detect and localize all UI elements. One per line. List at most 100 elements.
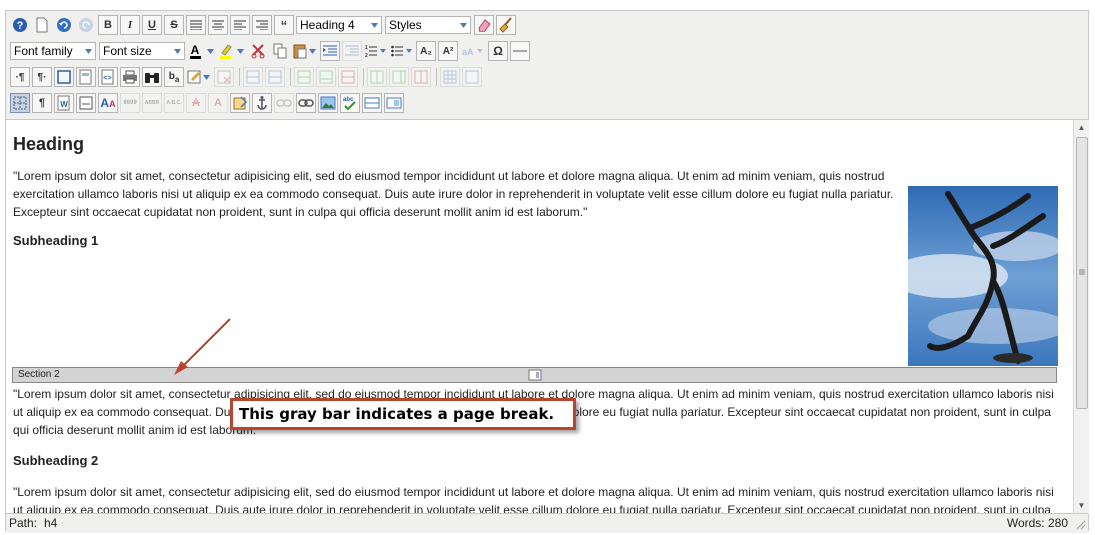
template-icon: [79, 69, 92, 85]
insert-text-button[interactable]: A: [208, 93, 228, 113]
editor-content-area[interactable]: Heading "Lorem ipsum dolor sit amet, con…: [6, 119, 1073, 514]
numbered-list-button[interactable]: 12: [364, 41, 388, 61]
bullet-list-button[interactable]: [390, 41, 414, 61]
delete-column-button[interactable]: [411, 67, 431, 87]
path-element-link[interactable]: h4: [44, 516, 57, 530]
source-code-button[interactable]: <>: [98, 67, 118, 87]
eraser-button[interactable]: [474, 15, 494, 35]
printer-icon: [123, 70, 137, 84]
cleanup-button[interactable]: [496, 15, 516, 35]
page-break-label: Section 2: [18, 369, 60, 380]
align-left-button[interactable]: [230, 15, 250, 35]
insert-row-template-button[interactable]: [362, 93, 382, 113]
link-button[interactable]: [296, 93, 316, 113]
styles-button[interactable]: AA: [98, 93, 118, 113]
delete-icon: [217, 70, 231, 84]
delete-text-button[interactable]: A: [186, 93, 206, 113]
special-character-button[interactable]: Ω: [488, 41, 508, 61]
replace-icon: ba: [168, 70, 180, 84]
cut-button[interactable]: [248, 41, 268, 61]
rtl-button[interactable]: ¶·: [32, 67, 52, 87]
show-blocks-button[interactable]: ¶: [32, 93, 52, 113]
delete-row-button[interactable]: [338, 67, 358, 87]
font-family-select[interactable]: Font family: [10, 42, 96, 60]
font-size-select[interactable]: Font size: [99, 42, 185, 60]
underline-icon: U: [148, 19, 156, 31]
scroll-down-button[interactable]: ▼: [1074, 498, 1089, 513]
styles-select[interactable]: Styles: [385, 16, 471, 34]
paste-button[interactable]: [292, 41, 318, 61]
merge-cells-button[interactable]: [462, 67, 482, 87]
ltr-button[interactable]: ·¶: [10, 67, 30, 87]
indent-icon: [323, 45, 337, 56]
help-button[interactable]: ?: [10, 15, 30, 35]
strikethrough-button[interactable]: S: [164, 15, 184, 35]
format-select[interactable]: Heading 4: [296, 16, 382, 34]
superscript-button[interactable]: A²: [438, 41, 458, 61]
merge-cells-icon: [465, 70, 479, 84]
row-before-button[interactable]: [243, 67, 263, 87]
font-style-icon: AA: [100, 96, 116, 110]
outdent-button[interactable]: [342, 41, 362, 61]
abbr-button[interactable]: ABBR: [142, 93, 162, 113]
scrollbar-thumb[interactable]: [1076, 137, 1088, 409]
redo-button[interactable]: [76, 15, 96, 35]
layer-button[interactable]: [384, 93, 404, 113]
bold-button[interactable]: B: [98, 15, 118, 35]
indent-button[interactable]: [320, 41, 340, 61]
cite-button[interactable]: 6699: [120, 93, 140, 113]
source-code-icon: <>: [101, 69, 114, 85]
print-button[interactable]: [120, 67, 140, 87]
toolbar-separator: [290, 68, 291, 86]
paragraph-1: "Lorem ipsum dolor sit amet, consectetur…: [13, 169, 894, 219]
paste-word-button[interactable]: W: [54, 93, 74, 113]
insert-row-after-button[interactable]: [316, 67, 336, 87]
insert-image-button[interactable]: [318, 93, 338, 113]
redo-icon: [79, 18, 93, 32]
unlink-button[interactable]: [274, 93, 294, 113]
spellcheck-icon: abc: [343, 97, 356, 111]
quote-icon: “: [280, 17, 288, 33]
numbered-list-icon: 12: [365, 45, 386, 58]
insert-row-button[interactable]: [294, 67, 314, 87]
insert-layer-button[interactable]: [186, 67, 212, 87]
toolbar-separator: [363, 68, 364, 86]
anchor-button[interactable]: [252, 93, 272, 113]
callout-text: This gray bar indicates a page break.: [239, 405, 555, 423]
horizontal-rule-button[interactable]: [510, 41, 530, 61]
resize-handle-icon[interactable]: [1074, 518, 1086, 530]
insert-pagebreak-button[interactable]: [76, 93, 96, 113]
copy-button[interactable]: [270, 41, 290, 61]
spellcheck-button[interactable]: abc: [340, 93, 360, 113]
justify-button[interactable]: [186, 15, 206, 35]
fullscreen-button[interactable]: [54, 67, 74, 87]
new-document-button[interactable]: [32, 15, 52, 35]
split-cells-button[interactable]: [440, 67, 460, 87]
insert-column-after-button[interactable]: [389, 67, 409, 87]
undo-icon: [57, 18, 71, 32]
align-right-button[interactable]: [252, 15, 272, 35]
undo-button[interactable]: [54, 15, 74, 35]
scroll-up-button[interactable]: ▲: [1074, 120, 1089, 135]
vertical-scrollbar[interactable]: ▲ ▼: [1073, 119, 1089, 514]
subscript-button[interactable]: A₂: [416, 41, 436, 61]
text-color-button[interactable]: A: [188, 41, 216, 61]
visual-aid-button[interactable]: [10, 93, 30, 113]
acronym-button[interactable]: A.B.C.: [164, 93, 184, 113]
template-button[interactable]: [76, 67, 96, 87]
row-after-button[interactable]: [265, 67, 285, 87]
underline-button[interactable]: U: [142, 15, 162, 35]
delete-table-button[interactable]: [214, 67, 234, 87]
italic-button[interactable]: I: [120, 15, 140, 35]
highlight-color-button[interactable]: [218, 41, 246, 61]
blockquote-button[interactable]: “: [274, 15, 294, 35]
insert-column-before-button[interactable]: [367, 67, 387, 87]
attributes-button[interactable]: [230, 93, 250, 113]
table-row-icon: [246, 70, 260, 84]
anchor-style-button[interactable]: aA: [460, 41, 486, 61]
align-center-button[interactable]: [208, 15, 228, 35]
status-bar: Path: h4 Words: 280: [6, 513, 1088, 533]
replace-button[interactable]: ba: [164, 67, 184, 87]
anchor-icon: [257, 96, 267, 110]
find-button[interactable]: [142, 67, 162, 87]
